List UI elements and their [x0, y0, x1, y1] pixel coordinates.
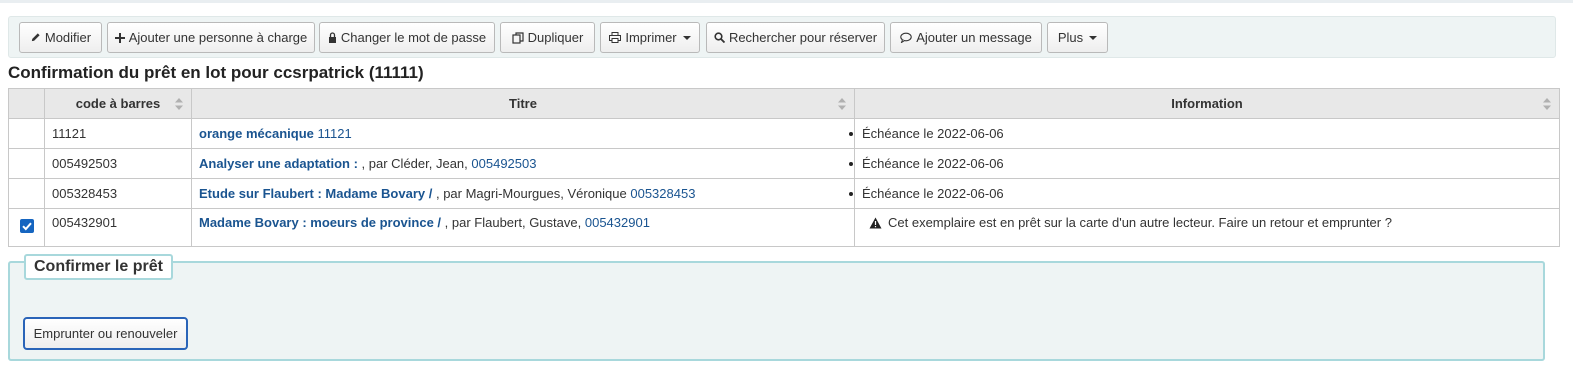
- add-message-label: Ajouter un message: [916, 30, 1032, 45]
- add-dependent-button[interactable]: Ajouter une personne à charge: [107, 22, 315, 53]
- table-row: 005432901 Madame Bovary : moeurs de prov…: [8, 208, 1560, 247]
- table-row: 005328453 Etude sur Flaubert : Madame Bo…: [8, 178, 1560, 209]
- item-barcode-link[interactable]: 005328453: [630, 186, 695, 201]
- plus-icon: [114, 32, 125, 43]
- item-barcode-link[interactable]: 005492503: [471, 156, 536, 171]
- row-select-cell: [8, 178, 45, 209]
- title-link[interactable]: Madame Bovary : moeurs de province /: [199, 215, 441, 230]
- title-cell: Analyser une adaptation : , par Cléder, …: [191, 148, 855, 179]
- due-date-text: Échéance le 2022-06-06: [862, 126, 1004, 141]
- row-select-cell: [8, 208, 45, 247]
- duplicate-button[interactable]: Dupliquer: [500, 22, 595, 53]
- title-link[interactable]: Analyser une adaptation :: [199, 156, 358, 171]
- modify-label: Modifier: [44, 30, 92, 45]
- due-date-text: Échéance le 2022-06-06: [862, 156, 1004, 171]
- print-label: Imprimer: [625, 30, 677, 45]
- item-barcode-link[interactable]: 005432901: [585, 215, 650, 230]
- sort-icon: [838, 98, 846, 110]
- author-text: , par Cléder, Jean,: [361, 156, 468, 171]
- item-barcode-link[interactable]: 11121: [318, 126, 352, 141]
- title-column-header[interactable]: Titre: [191, 88, 855, 119]
- table-row: 005492503 Analyser une adaptation : , pa…: [8, 148, 1560, 179]
- barcode-cell: 11121: [44, 118, 192, 149]
- due-date-text: Échéance le 2022-06-06: [862, 186, 1004, 201]
- copy-icon: [512, 31, 524, 44]
- list-bullet: [849, 191, 853, 196]
- list-bullet: [849, 161, 853, 166]
- print-icon: [609, 32, 622, 43]
- more-label: Plus: [1057, 30, 1084, 45]
- information-column-header[interactable]: Information: [854, 88, 1560, 119]
- chevron-down-icon: [1089, 35, 1098, 40]
- modify-button[interactable]: Modifier: [19, 22, 102, 53]
- title-cell: orange mécanique 11121: [191, 118, 855, 149]
- change-password-button[interactable]: Changer le mot de passe: [319, 22, 495, 53]
- information-cell: Échéance le 2022-06-06: [849, 148, 1560, 179]
- chevron-down-icon: [682, 35, 691, 40]
- sort-icon: [175, 98, 183, 110]
- pencil-icon: [31, 33, 40, 42]
- barcode-cell: 005328453: [44, 178, 192, 209]
- author-text: , par Flaubert, Gustave,: [444, 215, 582, 230]
- search-to-hold-label: Rechercher pour réserver: [728, 30, 878, 45]
- page-title: Confirmation du prêt en lot pour ccsrpat…: [8, 63, 424, 82]
- confirm-checkout-fieldset: Confirmer le prêt Emprunter ou renouvele…: [8, 254, 1545, 361]
- title-cell: Etude sur Flaubert : Madame Bovary / , p…: [191, 178, 855, 209]
- sort-icon: [1543, 98, 1551, 110]
- information-cell: Échéance le 2022-06-06: [849, 178, 1560, 209]
- barcode-cell: 005492503: [44, 148, 192, 179]
- checkout-confirm-table: code à barres Titre Information 11121 or…: [8, 88, 1560, 247]
- warning-text: Cet exemplaire est en prêt sur la carte …: [888, 215, 1392, 230]
- barcode-cell: 005432901: [44, 208, 192, 247]
- row-select-cell: [8, 148, 45, 179]
- information-cell: Cet exemplaire est en prêt sur la carte …: [854, 208, 1560, 247]
- title-link[interactable]: orange mécanique: [199, 126, 314, 141]
- top-strip: [0, 0, 1573, 3]
- checkout-renew-button[interactable]: Emprunter ou renouveler: [23, 317, 188, 350]
- information-cell: Échéance le 2022-06-06: [849, 118, 1560, 149]
- duplicate-label: Dupliquer: [527, 30, 584, 45]
- title-cell: Madame Bovary : moeurs de province / , p…: [191, 208, 855, 247]
- title-link[interactable]: Etude sur Flaubert : Madame Bovary /: [199, 186, 432, 201]
- row-select-cell: [8, 118, 45, 149]
- select-column-header: [8, 88, 45, 119]
- search-to-hold-button[interactable]: Rechercher pour réserver: [706, 22, 885, 53]
- check-icon: [21, 222, 32, 231]
- lock-icon: [328, 32, 336, 43]
- search-icon: [714, 32, 725, 43]
- patient-toolbar: Modifier Ajouter une personne à charge C…: [8, 16, 1556, 58]
- barcode-column-header[interactable]: code à barres: [44, 88, 192, 119]
- row-checkbox[interactable]: [19, 219, 34, 233]
- add-message-button[interactable]: Ajouter un message: [890, 22, 1042, 53]
- confirm-legend: Confirmer le prêt: [24, 254, 173, 280]
- print-dropdown-button[interactable]: Imprimer: [600, 22, 700, 53]
- more-dropdown-button[interactable]: Plus: [1047, 22, 1108, 53]
- author-text: , par Magri-Mourgues, Véronique: [435, 186, 627, 201]
- change-password-label: Changer le mot de passe: [340, 30, 487, 45]
- warning-icon: [869, 217, 882, 228]
- list-bullet: [849, 131, 853, 136]
- comment-icon: [900, 32, 912, 43]
- table-header-row: code à barres Titre Information: [8, 88, 1560, 119]
- add-dependent-label: Ajouter une personne à charge: [128, 30, 308, 45]
- table-row: 11121 orange mécanique 11121 Échéance le…: [8, 118, 1560, 149]
